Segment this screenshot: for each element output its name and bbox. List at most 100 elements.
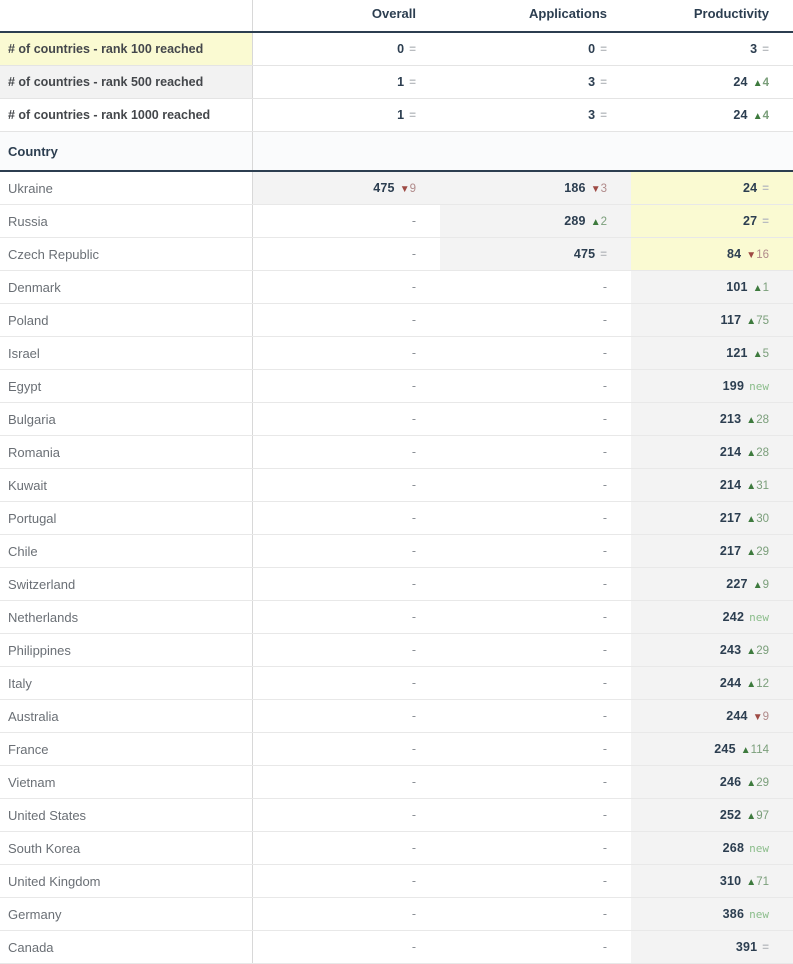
overall-cell: -	[252, 567, 440, 601]
applications-cell: -	[440, 303, 631, 337]
overall-cell: -	[252, 930, 440, 964]
column-header-applications[interactable]: Applications	[440, 0, 631, 33]
country-name-cell[interactable]: Australia	[0, 699, 253, 733]
table-row[interactable]: Portugal - - 217 ▲30	[0, 501, 793, 535]
column-header-overall[interactable]: Overall	[252, 0, 440, 33]
productivity-cell: 252 ▲97	[631, 798, 793, 832]
table-row[interactable]: Netherlands - - 242 new	[0, 600, 793, 634]
summary-row-label: # of countries - rank 100 reached	[0, 32, 253, 66]
no-data-dash: -	[602, 709, 607, 723]
section-header-spacer	[252, 131, 440, 172]
applications-cell: -	[440, 369, 631, 403]
triangle-up-icon: ▲	[752, 349, 763, 360]
table-row[interactable]: Russia - 289 ▲2 27 =	[0, 204, 793, 238]
country-name-cell[interactable]: United States	[0, 798, 253, 832]
rank-value: 24	[742, 181, 758, 195]
country-name-cell[interactable]: Chile	[0, 534, 253, 568]
applications-cell: -	[440, 930, 631, 964]
table-row[interactable]: Ukraine 475 ▼9 186 ▼3 24 =	[0, 171, 793, 205]
applications-cell: -	[440, 666, 631, 700]
country-name-cell[interactable]: Russia	[0, 204, 253, 238]
delta-unchanged: =	[762, 942, 769, 954]
delta-up: ▲5	[752, 348, 769, 360]
table-row[interactable]: Canada - - 391 =	[0, 930, 793, 964]
country-name-cell[interactable]: France	[0, 732, 253, 766]
table-row[interactable]: Bulgaria - - 213 ▲28	[0, 402, 793, 436]
table-row[interactable]: Philippines - - 243 ▲29	[0, 633, 793, 667]
table-row[interactable]: Denmark - - 101 ▲1	[0, 270, 793, 304]
table-row[interactable]: Italy - - 244 ▲12	[0, 666, 793, 700]
delta-unchanged: =	[762, 216, 769, 228]
no-data-dash: -	[602, 412, 607, 426]
delta-new: new	[749, 908, 769, 921]
delta-up: ▲30	[746, 513, 769, 525]
no-data-dash: -	[411, 247, 416, 261]
table-row[interactable]: Egypt - - 199 new	[0, 369, 793, 403]
country-name-cell[interactable]: Czech Republic	[0, 237, 253, 271]
rank-value: 213	[719, 412, 742, 426]
table-row[interactable]: Kuwait - - 214 ▲31	[0, 468, 793, 502]
delta-unchanged: =	[762, 44, 769, 56]
no-data-dash: -	[411, 577, 416, 591]
delta-up: ▲97	[746, 810, 769, 822]
no-data-dash: -	[411, 511, 416, 525]
table-row[interactable]: Germany - - 386 new	[0, 897, 793, 931]
table-row[interactable]: South Korea - - 268 new	[0, 831, 793, 865]
table-row[interactable]: Vietnam - - 246 ▲29	[0, 765, 793, 799]
table-row[interactable]: United Kingdom - - 310 ▲71	[0, 864, 793, 898]
country-name-cell[interactable]: Canada	[0, 930, 253, 964]
no-data-dash: -	[602, 478, 607, 492]
country-name-cell[interactable]: United Kingdom	[0, 864, 253, 898]
delta-up: ▲2	[590, 216, 607, 228]
table-row[interactable]: Poland - - 117 ▲75	[0, 303, 793, 337]
delta-up: ▲9	[752, 579, 769, 591]
table-row[interactable]: Romania - - 214 ▲28	[0, 435, 793, 469]
country-name-cell[interactable]: Israel	[0, 336, 253, 370]
productivity-cell: 199 new	[631, 369, 793, 403]
no-data-dash: -	[602, 808, 607, 822]
country-name-cell[interactable]: Germany	[0, 897, 253, 931]
table-row[interactable]: Switzerland - - 227 ▲9	[0, 567, 793, 601]
rank-value: 101	[726, 280, 748, 294]
table-row[interactable]: Israel - - 121 ▲5	[0, 336, 793, 370]
country-name-cell[interactable]: Portugal	[0, 501, 253, 535]
column-header-label[interactable]	[0, 0, 253, 33]
column-header-productivity[interactable]: Productivity	[631, 0, 793, 33]
country-name-cell[interactable]: Bulgaria	[0, 402, 253, 436]
overall-cell: -	[252, 732, 440, 766]
rank-value: 84	[726, 247, 742, 261]
section-header-country[interactable]: Country	[0, 131, 253, 172]
table-row[interactable]: United States - - 252 ▲97	[0, 798, 793, 832]
triangle-up-icon: ▲	[746, 679, 757, 690]
applications-cell: -	[440, 336, 631, 370]
rank-value: 24	[733, 108, 748, 122]
country-name-cell[interactable]: Philippines	[0, 633, 253, 667]
table-row[interactable]: Australia - - 244 ▼9	[0, 699, 793, 733]
no-data-dash: -	[411, 280, 416, 294]
applications-cell: -	[440, 501, 631, 535]
country-name-cell[interactable]: Kuwait	[0, 468, 253, 502]
rank-value: 1	[397, 75, 405, 89]
no-data-dash: -	[411, 610, 416, 624]
country-name-cell[interactable]: Vietnam	[0, 765, 253, 799]
country-name-cell[interactable]: Netherlands	[0, 600, 253, 634]
country-name-cell[interactable]: Egypt	[0, 369, 253, 403]
table-row[interactable]: Chile - - 217 ▲29	[0, 534, 793, 568]
delta-up: ▲71	[746, 876, 769, 888]
rank-value: 289	[564, 214, 586, 228]
country-name-cell[interactable]: Italy	[0, 666, 253, 700]
applications-cell: -	[440, 534, 631, 568]
overall-cell: -	[252, 336, 440, 370]
country-name-cell[interactable]: Poland	[0, 303, 253, 337]
table-row[interactable]: France - - 245 ▲114	[0, 732, 793, 766]
triangle-up-icon: ▲	[746, 481, 757, 492]
country-name-cell[interactable]: Romania	[0, 435, 253, 469]
country-name-cell[interactable]: South Korea	[0, 831, 253, 865]
summary-row: # of countries - rank 1000 reached 1 = 3 = 24…	[0, 98, 793, 132]
summary-cell: 3 =	[440, 98, 631, 132]
table-row[interactable]: Czech Republic - 475 = 84 ▼16	[0, 237, 793, 271]
country-name-cell[interactable]: Denmark	[0, 270, 253, 304]
no-data-dash: -	[411, 214, 416, 228]
country-name-cell[interactable]: Switzerland	[0, 567, 253, 601]
country-name-cell[interactable]: Ukraine	[0, 171, 253, 205]
